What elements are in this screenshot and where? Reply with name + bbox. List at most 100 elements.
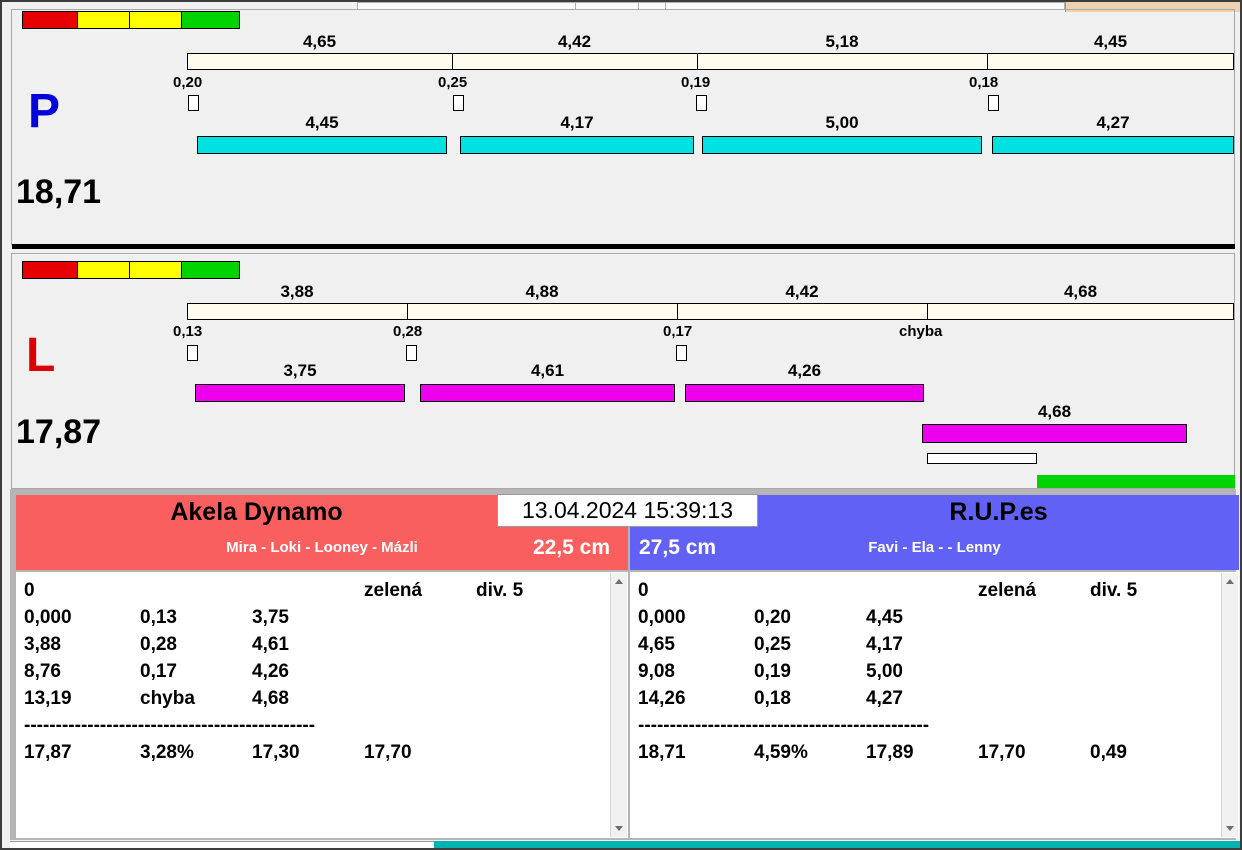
scroll-up-button[interactable] [611, 573, 627, 590]
app-window: 4,65 4,42 5,18 4,45 0,20 0,25 0,19 0,18 … [0, 0, 1242, 850]
log-cell: 17,70 [364, 742, 476, 764]
lane-l-dog-bar-1 [195, 384, 405, 402]
lane-l-dog-bar-4 [922, 424, 1187, 443]
lane-p-dogtime-4: 4,27 [992, 114, 1234, 133]
lane-l-total: 17,87 [16, 414, 101, 451]
log-row: 3,880,284,61 [24, 634, 604, 656]
right-log-scrollbar[interactable] [1221, 573, 1238, 837]
lane-l-dogtime-3: 4,26 [685, 362, 924, 381]
log-cell: 3,28% [140, 742, 252, 764]
log-cell: 4,61 [252, 634, 364, 656]
log-cell: 4,27 [866, 688, 978, 710]
scroll-down-button[interactable] [1222, 820, 1238, 837]
log-cell: 0,17 [140, 661, 252, 683]
segment-divider [927, 304, 928, 319]
lane-p-split-2: 4,42 [452, 33, 697, 52]
log-cell: 4,26 [252, 661, 364, 683]
right-team-name: R.U.P.es [758, 499, 1239, 527]
log-cell [1090, 661, 1215, 683]
log-row: 13,19chyba4,68 [24, 688, 604, 710]
log-cell: 17,70 [978, 742, 1090, 764]
lane-l-change-error: chyba [899, 324, 942, 341]
lane-p-dog-bar-4 [992, 136, 1234, 154]
lane-p-change-3: 0,19 [681, 75, 710, 92]
log-row-totals: 17,873,28%17,3017,70 [24, 742, 604, 764]
lane-p-letter: P [28, 86, 60, 139]
log-cell: zelená [364, 580, 476, 602]
lane-l-dog-bar-3 [685, 384, 924, 402]
light-yellow-1 [77, 11, 130, 29]
lane-separator [12, 244, 1235, 249]
left-log-panel: 0zelenádiv. 5 0,0000,133,75 3,880,284,61… [16, 572, 628, 838]
log-cell [140, 580, 252, 602]
bottom-strip-white [10, 841, 434, 848]
change-marker-box [406, 345, 417, 361]
lane-l-green-bar [1037, 475, 1235, 488]
log-cell: 0,20 [754, 607, 866, 629]
lane-p-total: 18,71 [16, 174, 101, 211]
scroll-up-button[interactable] [1222, 573, 1238, 590]
log-row: 0,0000,204,45 [638, 607, 1215, 629]
lane-l-change-3: 0,17 [663, 324, 692, 341]
lane-l-progress-outline [927, 453, 1037, 464]
log-cell: 4,65 [638, 634, 754, 656]
lane-l-status-lights [22, 261, 240, 279]
log-row: 4,650,254,17 [638, 634, 1215, 656]
log-cell: 9,08 [638, 661, 754, 683]
log-cell [978, 634, 1090, 656]
lane-p-change-2: 0,25 [438, 75, 467, 92]
lane-p-dogtime-2: 4,17 [460, 114, 694, 133]
light-red [22, 11, 78, 29]
log-cell: div. 5 [476, 580, 604, 602]
right-team-dogs: Favi - Ela - - Lenny [630, 540, 1239, 557]
scroll-down-icon [1226, 826, 1234, 831]
log-cell: 0 [638, 580, 754, 602]
lane-p-change-1: 0,20 [173, 75, 202, 92]
lane-l-segment-bar [187, 303, 1234, 320]
scroll-down-button[interactable] [611, 820, 627, 837]
segment-divider [697, 54, 698, 69]
log-cell: 0,18 [754, 688, 866, 710]
log-cell: chyba [140, 688, 252, 710]
lane-l-split-4: 4,68 [927, 283, 1234, 302]
log-cell [476, 634, 604, 656]
lane-p-split-1: 4,65 [187, 33, 452, 52]
lane-l-dog-bar-2 [420, 384, 675, 402]
segment-divider [677, 304, 678, 319]
change-marker-box [188, 95, 199, 111]
log-cell [978, 661, 1090, 683]
log-row: 14,260,184,27 [638, 688, 1215, 710]
lane-p-split-4: 4,45 [987, 33, 1234, 52]
lane-l-letter: L [26, 330, 55, 383]
log-cell: 3,75 [252, 607, 364, 629]
log-row: 0 zelenádiv. 5 [24, 580, 604, 602]
segment-divider [452, 54, 453, 69]
log-cell: 18,71 [638, 742, 754, 764]
log-cell: 4,59% [754, 742, 866, 764]
change-marker-box [453, 95, 464, 111]
log-cell: 0,13 [140, 607, 252, 629]
log-divider: ----------------------------------------… [24, 715, 315, 737]
left-jump-height: 22,5 cm [533, 536, 610, 559]
log-cell: 4,17 [866, 634, 978, 656]
log-row-totals: 18,714,59%17,8917,700,49 [638, 742, 1215, 764]
log-cell: 8,76 [24, 661, 140, 683]
change-marker-box [988, 95, 999, 111]
bottom-strip-teal [434, 841, 1240, 848]
left-team-name: Akela Dynamo [16, 499, 497, 527]
log-cell: 14,26 [638, 688, 754, 710]
right-jump-height: 27,5 cm [639, 536, 716, 559]
log-cell [476, 688, 604, 710]
change-marker-box [187, 345, 198, 361]
segment-divider [987, 54, 988, 69]
log-cell [364, 688, 476, 710]
log-cell [252, 580, 364, 602]
log-cell [866, 580, 978, 602]
log-cell [754, 580, 866, 602]
log-cell [476, 742, 604, 764]
light-yellow-2 [129, 261, 182, 279]
left-log-scrollbar[interactable] [610, 573, 627, 837]
log-cell: 0 [24, 580, 140, 602]
log-cell: 17,87 [24, 742, 140, 764]
light-green [181, 261, 240, 279]
